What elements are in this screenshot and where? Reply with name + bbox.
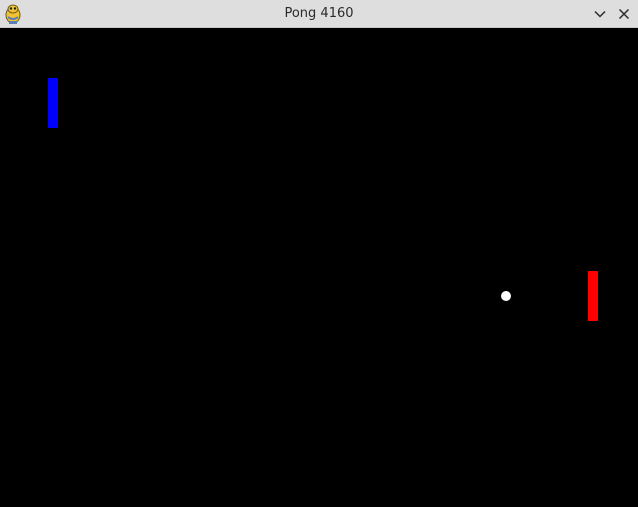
minimize-chevron-icon[interactable]: [591, 5, 609, 23]
right-paddle: [588, 271, 598, 321]
game-canvas[interactable]: [0, 28, 638, 507]
close-icon[interactable]: [615, 5, 633, 23]
game-window: Pong 4160: [0, 0, 638, 507]
ball: [501, 291, 511, 301]
title-bar[interactable]: Pong 4160: [0, 0, 638, 28]
left-paddle: [48, 78, 58, 128]
window-title: Pong 4160: [284, 6, 354, 21]
